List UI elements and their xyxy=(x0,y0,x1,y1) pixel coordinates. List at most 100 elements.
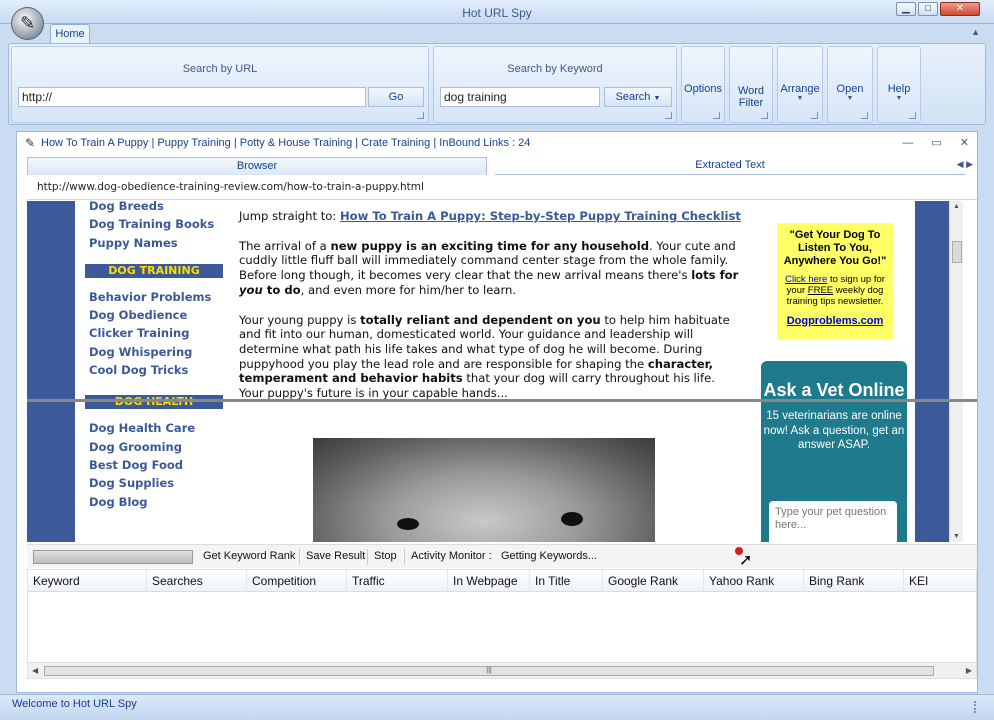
vet-question-input[interactable]: Type your pet question here... xyxy=(769,501,897,542)
chevron-down-icon: ▼ xyxy=(796,95,804,102)
arrange-button[interactable]: Arrange ▼ xyxy=(777,46,823,123)
minimize-ribbon-icon[interactable]: ▲ xyxy=(971,27,980,37)
search-button[interactable]: Search ▼ xyxy=(604,87,672,107)
mouse-pointer-icon: ➚ xyxy=(739,552,753,569)
tab-nav-arrows-icon[interactable]: ◀ ▶ xyxy=(957,159,973,170)
document-window: ✎ How To Train A Puppy | Puppy Training … xyxy=(16,131,978,693)
puppy-photo xyxy=(313,438,655,542)
search-keyword-launcher-icon[interactable] xyxy=(665,112,672,119)
text-italic: you xyxy=(239,282,263,297)
get-keyword-rank-button[interactable]: Get Keyword Rank xyxy=(203,550,295,562)
sidebar-link[interactable]: Cool Dog Tricks xyxy=(89,361,231,379)
doc-close-icon[interactable]: ✕ xyxy=(960,132,969,154)
word-filter-label: Word Filter xyxy=(737,85,765,109)
sidebar-link[interactable]: Behavior Problems xyxy=(89,288,231,306)
dogproblems-link[interactable]: Dogproblems.com xyxy=(777,315,893,327)
column-header[interactable]: In Webpage xyxy=(448,570,530,592)
options-button[interactable]: Options xyxy=(681,46,725,123)
splitter[interactable] xyxy=(27,399,977,402)
column-header[interactable]: In Title xyxy=(530,570,603,592)
url-input[interactable]: http:// xyxy=(18,87,366,107)
sidebar-link[interactable]: Best Dog Food xyxy=(89,456,231,474)
scroll-right-icon[interactable]: ▶ xyxy=(966,666,972,675)
stop-button[interactable]: Stop xyxy=(374,550,397,562)
sidebar-link[interactable]: Dog Blog xyxy=(89,493,231,511)
tab-extracted-text[interactable]: Extracted Text xyxy=(495,157,965,175)
search-keyword-label: Search by Keyword xyxy=(507,63,603,75)
open-launcher-icon[interactable] xyxy=(861,112,868,119)
open-label: Open xyxy=(836,83,864,95)
status-text: Welcome to Hot URL Spy xyxy=(12,698,137,710)
resize-grip-icon[interactable] xyxy=(966,701,976,713)
doc-minimize-icon[interactable]: — xyxy=(902,132,913,154)
column-header[interactable]: Google Rank xyxy=(603,570,704,592)
sidebar-link[interactable]: Dog Grooming xyxy=(89,438,231,456)
jump-link[interactable]: How To Train A Puppy: Step-by-Step Puppy… xyxy=(340,209,741,223)
open-button[interactable]: Open ▼ xyxy=(827,46,873,123)
word-filter-launcher-icon[interactable] xyxy=(761,112,768,119)
options-label: Options xyxy=(684,83,722,95)
sidebar-link[interactable]: Dog Health Care xyxy=(89,419,231,437)
sidebar-link[interactable]: Dog Obedience xyxy=(89,306,231,324)
search-url-label: Search by URL xyxy=(182,63,258,75)
activity-status: Getting Keywords... xyxy=(501,550,597,562)
minimize-button[interactable]: ▁ xyxy=(896,2,916,16)
chevron-down-icon: ▼ xyxy=(895,95,903,102)
search-url-group: Search by URL http:// Go xyxy=(11,46,429,123)
text: Your young puppy is xyxy=(239,312,361,327)
text: FREE xyxy=(807,285,834,296)
column-header[interactable]: Searches xyxy=(147,570,247,592)
scroll-up-icon[interactable]: ▲ xyxy=(953,203,960,210)
text-bold: new puppy is an exciting time for any ho… xyxy=(330,238,650,253)
column-header[interactable]: Competition xyxy=(247,570,347,592)
separator xyxy=(367,549,368,565)
click-here-link[interactable]: Click here xyxy=(785,274,827,285)
sidebar-link[interactable]: Clicker Training xyxy=(89,324,231,342)
sidebar-link[interactable]: Dog Whispering xyxy=(89,343,231,361)
scroll-thumb[interactable] xyxy=(952,241,962,263)
paragraph-2: Your young puppy is totally reliant and … xyxy=(239,313,743,401)
jump-prefix: Jump straight to: xyxy=(239,209,340,223)
text: The arrival of a xyxy=(239,238,331,253)
search-url-launcher-icon[interactable] xyxy=(417,112,424,119)
sidebar-link[interactable]: Puppy Names xyxy=(89,234,231,252)
article-content: Jump straight to: How To Train A Puppy: … xyxy=(231,201,753,542)
close-button[interactable]: ✕ xyxy=(940,2,980,16)
result-toolbar: Get Keyword Rank Save Result Stop Activi… xyxy=(27,544,977,569)
app-menu-orb-icon[interactable]: ✎ xyxy=(11,7,44,40)
column-header[interactable]: Keyword xyxy=(28,570,147,592)
sidebar-link[interactable]: Dog Supplies xyxy=(89,474,231,492)
vet-desc: 15 veterinarians are online now! Ask a q… xyxy=(763,410,905,451)
tab-browser[interactable]: Browser xyxy=(27,157,487,175)
doc-maximize-icon[interactable]: ▭ xyxy=(931,132,941,154)
arrange-label: Arrange xyxy=(780,83,820,95)
save-result-button[interactable]: Save Result xyxy=(306,550,365,562)
grid-horizontal-scrollbar[interactable]: ◀ ||| ▶ xyxy=(28,662,976,678)
column-header[interactable]: Traffic xyxy=(347,570,448,592)
help-launcher-icon[interactable] xyxy=(909,112,916,119)
tab-home[interactable]: Home xyxy=(50,24,90,44)
options-launcher-icon[interactable] xyxy=(713,112,720,119)
chevron-down-icon: ▼ xyxy=(653,95,661,102)
help-button[interactable]: Help ▼ xyxy=(877,46,921,123)
scroll-down-icon[interactable]: ▼ xyxy=(953,533,960,540)
separator xyxy=(404,549,405,565)
word-filter-button[interactable]: Word Filter xyxy=(729,46,773,123)
maximize-button[interactable]: □ xyxy=(918,2,938,16)
scroll-left-icon[interactable]: ◀ xyxy=(32,666,38,675)
sidebar-link[interactable]: Dog Training Books xyxy=(89,215,231,233)
column-header[interactable]: KEI xyxy=(904,570,976,592)
go-button[interactable]: Go xyxy=(368,87,424,107)
browser-view[interactable]: Dog Breeds Dog Training Books Puppy Name… xyxy=(27,201,963,542)
search-button-label: Search xyxy=(615,91,651,103)
sidebar-heading-training: DOG TRAINING xyxy=(85,263,223,278)
sidebar-link[interactable]: Dog Breeds xyxy=(89,201,231,215)
scroll-thumb[interactable]: ||| xyxy=(44,666,934,676)
search-keyword-group: Search by Keyword dog training Search ▼ xyxy=(433,46,677,123)
column-header[interactable]: Bing Rank xyxy=(804,570,904,592)
site-sidebar: Dog Breeds Dog Training Books Puppy Name… xyxy=(75,201,231,542)
column-header[interactable]: Yahoo Rank xyxy=(704,570,804,592)
arrange-launcher-icon[interactable] xyxy=(811,112,818,119)
browser-vertical-scrollbar[interactable]: ▲ ▼ xyxy=(949,201,963,542)
keyword-input[interactable]: dog training xyxy=(440,87,600,107)
